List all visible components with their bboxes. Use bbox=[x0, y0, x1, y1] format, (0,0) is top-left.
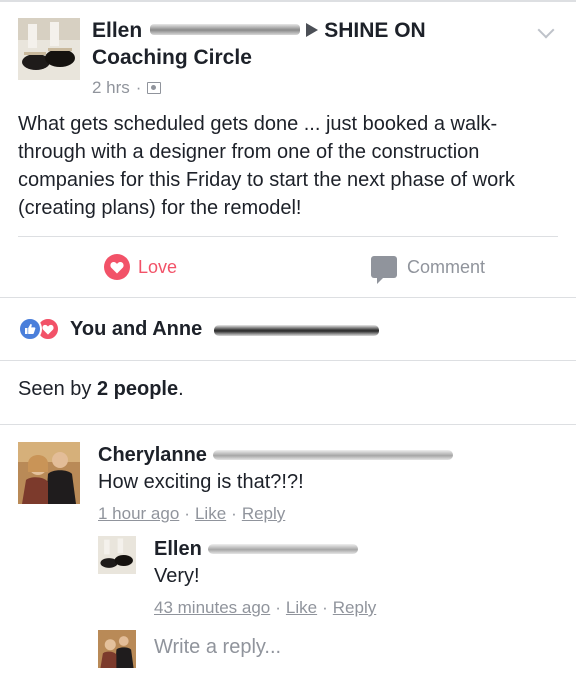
reply-text: Very! bbox=[154, 565, 200, 587]
reply-like-link[interactable]: Like bbox=[286, 598, 317, 617]
love-label: Love bbox=[138, 256, 178, 277]
redacted-surname bbox=[214, 324, 380, 336]
redacted-surname bbox=[212, 450, 453, 460]
meta-separator: · bbox=[135, 78, 142, 97]
divider bbox=[0, 424, 576, 425]
reply-body: Ellen Very! 43 minutes ago · Like · Reply bbox=[154, 536, 558, 620]
seen-suffix: . bbox=[178, 378, 184, 400]
seen-prefix: Seen by bbox=[18, 378, 97, 400]
top-border bbox=[0, 0, 576, 2]
comment-meta: 1 hour ago · Like · Reply bbox=[98, 502, 558, 526]
author-avatar[interactable] bbox=[18, 18, 80, 80]
reply-input[interactable]: Write a reply... bbox=[154, 636, 281, 659]
reply-author-avatar[interactable] bbox=[98, 536, 136, 574]
comment-author-line: Cherylanne bbox=[98, 442, 558, 468]
post-header: Ellen SHINE ON Coaching Circle 2 hrs · bbox=[18, 18, 558, 97]
group-name[interactable]: SHINE ON bbox=[324, 19, 426, 42]
current-user-avatar bbox=[98, 630, 136, 668]
chevron-down-icon[interactable] bbox=[537, 21, 555, 39]
comment-author[interactable]: Cherylanne bbox=[98, 442, 207, 468]
reactions-summary[interactable]: You and Anne bbox=[18, 314, 380, 344]
redacted-surname bbox=[207, 544, 358, 554]
seen-by[interactable]: Seen by 2 people. bbox=[18, 378, 184, 401]
post-meta: 2 hrs · bbox=[92, 76, 532, 100]
comment-item: Cherylanne How exciting is that?!?! 1 ho… bbox=[18, 442, 558, 532]
action-bar: Love Comment bbox=[0, 238, 576, 296]
meta-separator: · bbox=[275, 598, 281, 617]
comment-text: How exciting is that?!?! bbox=[98, 471, 304, 493]
divider bbox=[0, 297, 576, 298]
group-privacy-icon bbox=[147, 82, 162, 94]
commenter-avatar[interactable] bbox=[18, 442, 80, 504]
post-body: What gets scheduled gets done ... just b… bbox=[18, 113, 515, 219]
comment-body: Cherylanne How exciting is that?!?! 1 ho… bbox=[98, 442, 558, 526]
meta-separator: · bbox=[231, 504, 237, 523]
author-name[interactable]: Ellen bbox=[92, 19, 142, 42]
reply-author-line: Ellen bbox=[154, 536, 558, 562]
reply-author[interactable]: Ellen bbox=[154, 536, 202, 562]
comment-button[interactable]: Comment bbox=[371, 238, 485, 296]
comment-bubble-icon bbox=[371, 256, 397, 284]
reactions-text: You and Anne bbox=[70, 317, 203, 340]
arrow-right-icon bbox=[306, 22, 319, 37]
divider bbox=[18, 236, 558, 237]
author-line: Ellen SHINE ON bbox=[92, 18, 532, 44]
comment-timestamp[interactable]: 1 hour ago bbox=[98, 504, 179, 523]
meta-separator: · bbox=[322, 598, 328, 617]
seen-count: 2 people bbox=[96, 378, 179, 400]
reply-reply-link[interactable]: Reply bbox=[333, 598, 376, 617]
reply-timestamp[interactable]: 43 minutes ago bbox=[154, 598, 270, 617]
heart-icon bbox=[104, 254, 130, 280]
post-timestamp[interactable]: 2 hrs bbox=[92, 76, 130, 100]
comment-like-link[interactable]: Like bbox=[195, 504, 226, 523]
comment-label: Comment bbox=[407, 256, 486, 277]
reply-meta: 43 minutes ago · Like · Reply bbox=[154, 596, 558, 620]
reply-item: Ellen Very! 43 minutes ago · Like · Reply bbox=[98, 536, 558, 620]
divider bbox=[0, 360, 576, 361]
group-name-continued[interactable]: Coaching Circle bbox=[92, 44, 532, 72]
like-reaction-icon bbox=[18, 317, 42, 341]
love-button[interactable]: Love bbox=[104, 238, 177, 296]
redacted-surname bbox=[150, 24, 301, 36]
post-header-text: Ellen SHINE ON Coaching Circle 2 hrs · bbox=[92, 18, 532, 100]
comment-reply-link[interactable]: Reply bbox=[242, 504, 285, 523]
meta-separator: · bbox=[184, 504, 190, 523]
